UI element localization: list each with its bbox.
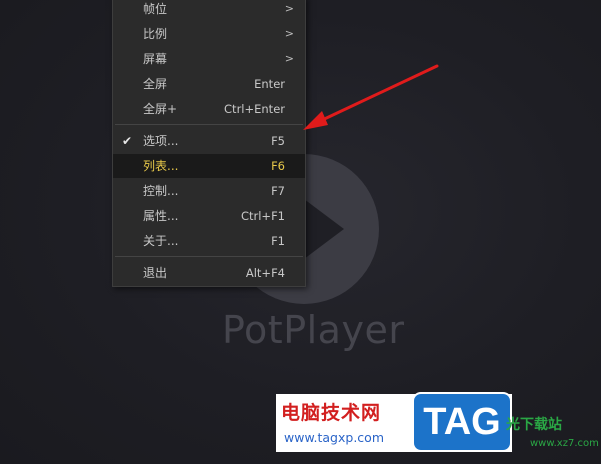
menu-item-fullscreen-plus[interactable]: 全屏+ Ctrl+Enter	[113, 97, 305, 121]
checkmark-icon: ✔	[122, 134, 133, 148]
menu-item-label: 帧位	[143, 2, 168, 16]
menu-item-fullscreen[interactable]: 全屏 Enter	[113, 72, 305, 96]
watermark-tag-logo: TAG	[412, 392, 512, 452]
watermark-site-url: www.xz7.com	[530, 438, 599, 449]
menu-item-shortcut: Enter	[254, 77, 285, 91]
menu-item-options[interactable]: ✔ 选项... F5	[113, 129, 305, 153]
menu-item-label: 比例	[143, 27, 168, 41]
submenu-arrow-icon: >	[284, 52, 294, 65]
menu-item-label: 全屏+	[143, 102, 178, 116]
menu-item-about[interactable]: 关于... F1	[113, 229, 305, 253]
menu-item-label: 屏幕	[143, 52, 168, 66]
menu-item-shortcut: Ctrl+Enter	[224, 102, 285, 116]
menu-item-label: 全屏	[143, 77, 168, 91]
menu-item-ratio[interactable]: 比例 >	[113, 22, 305, 46]
watermark-url: www.tagxp.com	[284, 430, 384, 445]
menu-item-shortcut: F1	[271, 234, 285, 248]
watermark-site-name: 光下载站	[506, 417, 562, 433]
menu-item-shortcut: F7	[271, 184, 285, 198]
menu-separator	[115, 256, 303, 257]
menu-item-label: 属性...	[143, 209, 179, 223]
menu-item-shortcut: F6	[271, 159, 285, 173]
play-icon	[300, 196, 344, 262]
menu-item-shortcut: Alt+F4	[245, 266, 285, 280]
context-menu: 帧位 > 比例 > 屏幕 > 全屏 Enter 全屏+ Ctrl+Enter ✔…	[112, 0, 306, 287]
menu-item-properties[interactable]: 属性... Ctrl+F1	[113, 204, 305, 228]
menu-item-label: 退出	[143, 266, 168, 280]
menu-item-exit[interactable]: 退出 Alt+F4	[113, 261, 305, 285]
menu-separator	[115, 124, 303, 125]
watermark-title: 电脑技术网	[281, 402, 382, 424]
menu-item-shortcut: F5	[271, 134, 285, 148]
submenu-arrow-icon: >	[284, 27, 294, 40]
menu-item-screen[interactable]: 屏幕 >	[113, 47, 305, 71]
menu-item-frame[interactable]: 帧位 >	[113, 0, 305, 21]
menu-item-shortcut: Ctrl+F1	[240, 209, 285, 223]
menu-item-label: 关于...	[143, 234, 179, 248]
menu-item-label: 选项...	[143, 134, 179, 148]
submenu-arrow-icon: >	[284, 2, 294, 15]
player-brand: PotPlayer	[222, 308, 405, 352]
menu-item-label: 控制...	[143, 184, 179, 198]
menu-item-label: 列表...	[143, 159, 179, 173]
menu-item-playlist[interactable]: 列表... F6	[113, 154, 305, 178]
menu-item-control[interactable]: 控制... F7	[113, 179, 305, 203]
